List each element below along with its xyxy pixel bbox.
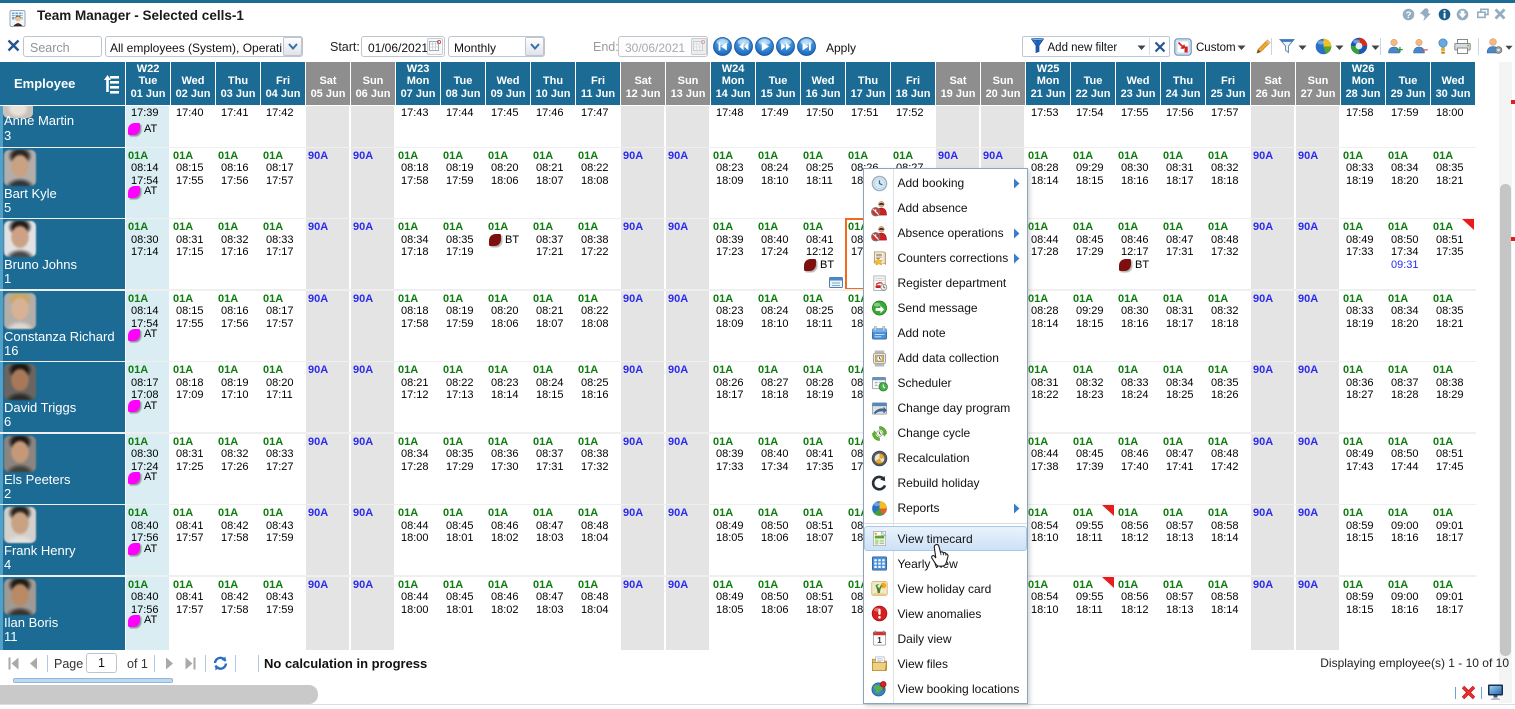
svg-text:−: − — [1422, 45, 1428, 56]
svg-text:1: 1 — [877, 636, 882, 645]
svg-text:?: ? — [1406, 10, 1412, 21]
svg-text:+: + — [1397, 45, 1403, 56]
